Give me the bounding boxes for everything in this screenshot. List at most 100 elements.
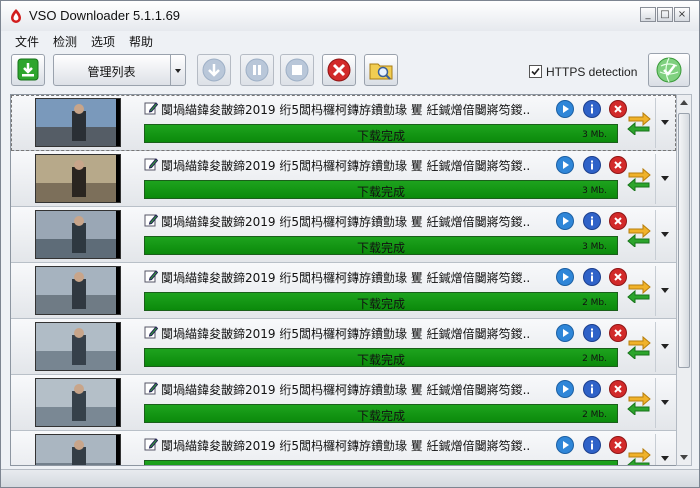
https-detection-toggle[interactable]: HTTPS detection bbox=[529, 63, 637, 79]
cancel-button[interactable] bbox=[322, 54, 356, 86]
pause-button[interactable] bbox=[240, 54, 274, 86]
download-row[interactable]: 闅堝緢鍏夋皵鍗2019 绗5闆杩欏柯鏄斿鐨勯瑑 矍 紝鍼熷偣闄嶈笉鍐.. bbox=[11, 431, 676, 466]
title-bar[interactable]: VSO Downloader 5.1.1.69 _ □ × bbox=[1, 1, 699, 31]
download-size: 3 Mb. bbox=[582, 242, 607, 252]
remove-button[interactable] bbox=[609, 212, 627, 230]
edit-title-icon[interactable] bbox=[144, 325, 158, 339]
video-thumbnail[interactable] bbox=[35, 434, 121, 465]
download-status: 下载完成 bbox=[356, 409, 405, 423]
video-thumbnail[interactable] bbox=[35, 210, 121, 259]
row-menu-arrow[interactable] bbox=[661, 120, 669, 125]
progress-bar: 下载完成 2 Mb. bbox=[144, 348, 618, 367]
info-button[interactable] bbox=[583, 212, 601, 230]
download-status: 下载完成 bbox=[356, 185, 405, 199]
menu-options[interactable]: 选项 bbox=[91, 33, 115, 50]
play-button[interactable] bbox=[556, 268, 574, 286]
scroll-thumb[interactable] bbox=[678, 113, 690, 368]
convert-icon[interactable] bbox=[626, 277, 652, 303]
download-row[interactable]: 闅堝緢鍏夋皵鍗2019 绗5闆杩欏柯鏄斿鐨勯瑑 矍 紝鍼熷偣闄嶈笉鍐.. 下载完… bbox=[11, 319, 676, 375]
download-size: 3 Mb. bbox=[582, 130, 607, 140]
info-icon bbox=[591, 160, 593, 170]
info-button[interactable] bbox=[583, 268, 601, 286]
row-divider bbox=[655, 322, 656, 372]
convert-icon[interactable] bbox=[626, 221, 652, 247]
info-button[interactable] bbox=[583, 324, 601, 342]
menu-file[interactable]: 文件 bbox=[15, 33, 39, 50]
info-button[interactable] bbox=[583, 436, 601, 454]
download-button[interactable] bbox=[11, 54, 45, 86]
download-row[interactable]: 闅堝緢鍏夋皵鍗2019 绗5闆杩欏柯鏄斿鐨勯瑑 矍 紝鍼熷偣闄嶈笉鍐.. 下载完… bbox=[11, 95, 676, 151]
menu-help[interactable]: 帮助 bbox=[129, 33, 153, 50]
video-thumbnail[interactable] bbox=[35, 378, 121, 427]
list-scrollbar[interactable] bbox=[676, 94, 692, 466]
convert-icon[interactable] bbox=[626, 389, 652, 415]
stop-button[interactable] bbox=[280, 54, 314, 86]
remove-button[interactable] bbox=[609, 380, 627, 398]
scroll-up-button[interactable] bbox=[677, 95, 691, 111]
remove-button[interactable] bbox=[609, 100, 627, 118]
status-button[interactable] bbox=[648, 53, 690, 87]
convert-icon[interactable] bbox=[626, 333, 652, 359]
play-button[interactable] bbox=[556, 156, 574, 174]
row-menu-arrow[interactable] bbox=[661, 176, 669, 181]
download-row[interactable]: 闅堝緢鍏夋皵鍗2019 绗5闆杩欏柯鏄斿鐨勯瑑 矍 紝鍼熷偣闄嶈笉鍐.. 下载完… bbox=[11, 263, 676, 319]
download-status: 下载完成 bbox=[356, 297, 405, 311]
progress-bar: 下载完成 3 Mb. bbox=[144, 180, 618, 199]
list-selector[interactable]: 管理列表 bbox=[53, 54, 186, 86]
convert-icon[interactable] bbox=[626, 445, 652, 466]
minimize-button[interactable]: _ bbox=[640, 7, 656, 22]
window-title: VSO Downloader 5.1.1.69 bbox=[29, 8, 181, 23]
row-menu-arrow[interactable] bbox=[661, 344, 669, 349]
download-row[interactable]: 闅堝緢鍏夋皵鍗2019 绗5闆杩欏柯鏄斿鐨勯瑑 矍 紝鍼熷偣闄嶈笉鍐.. 下载完… bbox=[11, 375, 676, 431]
maximize-button[interactable]: □ bbox=[657, 7, 673, 22]
edit-title-icon[interactable] bbox=[144, 157, 158, 171]
close-button[interactable]: × bbox=[674, 7, 690, 22]
info-button[interactable] bbox=[583, 100, 601, 118]
play-button[interactable] bbox=[556, 212, 574, 230]
menu-detect[interactable]: 检测 bbox=[53, 33, 77, 50]
edit-title-icon[interactable] bbox=[144, 101, 158, 115]
remove-button[interactable] bbox=[609, 268, 627, 286]
video-thumbnail-image bbox=[36, 267, 120, 314]
folder-search-icon bbox=[369, 63, 393, 80]
https-detection-checkbox[interactable] bbox=[529, 65, 542, 78]
play-button[interactable] bbox=[556, 324, 574, 342]
row-menu-arrow[interactable] bbox=[661, 232, 669, 237]
list-selector-value: 管理列表 bbox=[87, 65, 136, 79]
move-down-button[interactable] bbox=[197, 54, 231, 86]
scroll-down-button[interactable] bbox=[677, 449, 691, 465]
video-thumbnail[interactable] bbox=[35, 266, 121, 315]
remove-button[interactable] bbox=[609, 436, 627, 454]
info-icon bbox=[591, 216, 593, 226]
play-button[interactable] bbox=[556, 380, 574, 398]
browse-folder-button[interactable] bbox=[364, 54, 398, 86]
download-row[interactable]: 闅堝緢鍏夋皵鍗2019 绗5闆杩欏柯鏄斿鐨勯瑑 矍 紝鍼熷偣闄嶈笉鍐.. 下载完… bbox=[11, 151, 676, 207]
row-menu-arrow[interactable] bbox=[661, 288, 669, 293]
arrow-down-icon bbox=[202, 58, 226, 82]
info-icon bbox=[591, 272, 593, 282]
download-title: 闅堝緢鍏夋皵鍗2019 绗5闆杩欏柯鏄斿鐨勯瑑 矍 紝鍼熷偣闄嶈笉鍐.. bbox=[161, 383, 531, 397]
video-thumbnail[interactable] bbox=[35, 322, 121, 371]
play-button[interactable] bbox=[556, 436, 574, 454]
edit-title-icon[interactable] bbox=[144, 437, 158, 451]
info-button[interactable] bbox=[583, 156, 601, 174]
download-title: 闅堝緢鍏夋皵鍗2019 绗5闆杩欏柯鏄斿鐨勯瑑 矍 紝鍼熷偣闄嶈笉鍐.. bbox=[161, 327, 531, 341]
edit-title-icon[interactable] bbox=[144, 213, 158, 227]
row-menu-arrow[interactable] bbox=[661, 456, 669, 461]
list-selector-dropdown[interactable] bbox=[170, 55, 185, 85]
row-menu-arrow[interactable] bbox=[661, 400, 669, 405]
video-thumbnail[interactable] bbox=[35, 98, 121, 147]
edit-title-icon[interactable] bbox=[144, 269, 158, 283]
download-list[interactable]: 闅堝緢鍏夋皵鍗2019 绗5闆杩欏柯鏄斿鐨勯瑑 矍 紝鍼熷偣闄嶈笉鍐.. 下载完… bbox=[10, 94, 677, 466]
video-thumbnail-image bbox=[36, 435, 120, 465]
remove-button[interactable] bbox=[609, 324, 627, 342]
video-thumbnail[interactable] bbox=[35, 154, 121, 203]
remove-button[interactable] bbox=[609, 156, 627, 174]
edit-title-icon[interactable] bbox=[144, 381, 158, 395]
play-button[interactable] bbox=[556, 100, 574, 118]
convert-icon[interactable] bbox=[626, 109, 652, 135]
download-size: 2 Mb. bbox=[582, 298, 607, 308]
convert-icon[interactable] bbox=[626, 165, 652, 191]
info-button[interactable] bbox=[583, 380, 601, 398]
download-row[interactable]: 闅堝緢鍏夋皵鍗2019 绗5闆杩欏柯鏄斿鐨勯瑑 矍 紝鍼熷偣闄嶈笉鍐.. 下载完… bbox=[11, 207, 676, 263]
